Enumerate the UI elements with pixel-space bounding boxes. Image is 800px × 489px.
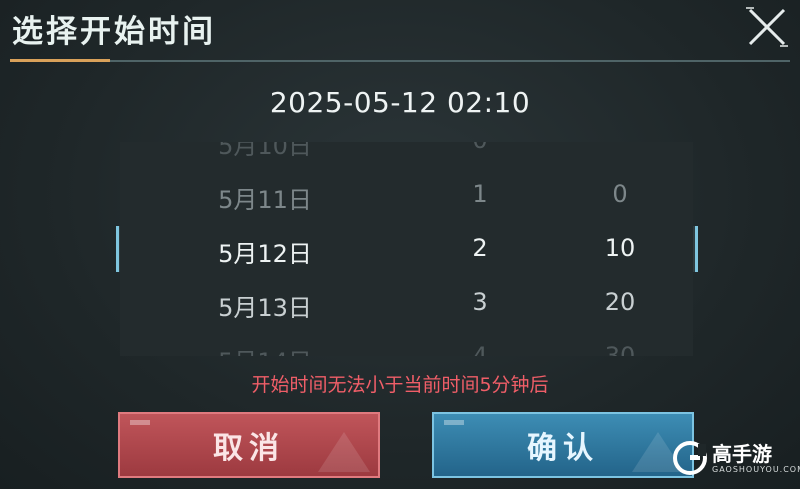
selected-datetime: 2025-05-12 02:10: [269, 86, 531, 119]
dialog-title: 选择开始时间: [12, 14, 216, 50]
minute-column[interactable]: 0 10 20 30: [570, 142, 670, 356]
date-column[interactable]: 5月10日 5月11日 5月12日 5月13日 5月14日: [165, 142, 365, 356]
title-divider: [10, 59, 790, 62]
date-option-selected[interactable]: 5月12日: [165, 234, 365, 269]
date-option[interactable]: 5月10日: [165, 142, 365, 161]
title-divider-accent: [10, 59, 110, 62]
hour-option[interactable]: 0: [430, 142, 530, 154]
gaoshouyou-logo-icon: [673, 441, 707, 475]
minute-option-selected[interactable]: 10: [570, 234, 670, 262]
button-corner-tag: [130, 420, 150, 425]
date-option[interactable]: 5月14日: [165, 342, 365, 356]
hour-option[interactable]: 4: [430, 342, 530, 356]
close-icon[interactable]: [744, 4, 790, 50]
date-option[interactable]: 5月11日: [165, 180, 365, 215]
watermark-domain: GAOSHOUYOU.COM: [712, 464, 800, 474]
hour-column[interactable]: 0 1 2 3 4: [430, 142, 530, 356]
minute-option[interactable]: 0: [570, 180, 670, 208]
date-option[interactable]: 5月13日: [165, 288, 365, 323]
confirm-button-label: 确认: [527, 431, 599, 466]
watermark-name: 高手游: [712, 441, 772, 466]
minute-option[interactable]: 30: [570, 342, 670, 356]
hour-option[interactable]: 1: [430, 180, 530, 208]
hour-option[interactable]: 3: [430, 288, 530, 316]
hour-option-selected[interactable]: 2: [430, 234, 530, 262]
minute-option[interactable]: 20: [570, 288, 670, 316]
datetime-picker[interactable]: 5月10日 5月11日 5月12日 5月13日 5月14日 0 1 2 3 4 …: [120, 142, 693, 356]
cancel-button[interactable]: 取消: [118, 412, 380, 478]
button-corner-tag: [444, 420, 464, 425]
cancel-button-label: 取消: [213, 431, 285, 466]
watermark-text: 高手游 GAOSHOUYOU.COM: [712, 443, 800, 474]
validation-warning: 开始时间无法小于当前时间5分钟后: [251, 374, 549, 396]
confirm-button[interactable]: 确认: [432, 412, 694, 478]
watermark: 高手游 GAOSHOUYOU.COM: [672, 438, 800, 478]
button-decoration: [318, 432, 370, 472]
